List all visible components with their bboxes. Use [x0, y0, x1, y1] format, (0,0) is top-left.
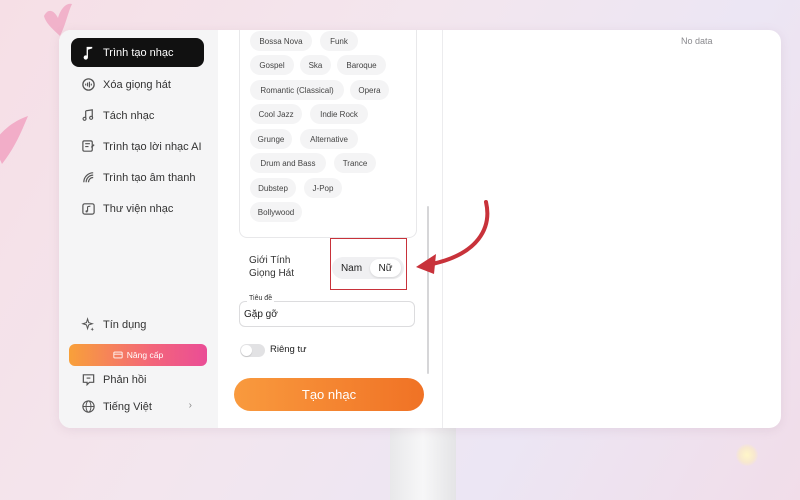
genre-chip[interactable]: Baroque [337, 55, 386, 75]
genre-chip[interactable]: J-Pop [304, 178, 342, 198]
title-input[interactable] [244, 306, 404, 322]
sidebar-item-label: Thư viện nhạc [103, 202, 174, 215]
credits-link[interactable]: Tín dụng [71, 310, 204, 339]
sidebar-item-label: Trình tạo âm thanh [103, 171, 196, 184]
private-toggle[interactable] [240, 344, 265, 357]
music-library-icon [80, 201, 96, 217]
genre-chip[interactable]: Cool Jazz [250, 104, 302, 124]
annotation-highlight-box [330, 238, 407, 290]
feedback-link[interactable]: Phản hồi [71, 365, 204, 394]
genre-chip[interactable]: Gospel [250, 55, 294, 75]
sidebar-item-label: Trình tạo nhạc [103, 46, 174, 59]
genre-chip[interactable]: Alternative [300, 129, 358, 149]
sidebar-item-sound-generator[interactable]: Trình tạo âm thanh [71, 163, 204, 192]
creation-panel: Bossa Nova Funk Gospel Ska Baroque Roman… [218, 30, 442, 428]
voice-gender-label-line2: Giọng Hát [249, 268, 295, 279]
sparkle-icon [80, 317, 96, 333]
genre-chip[interactable]: Opera [350, 80, 389, 100]
empty-state-text: No data [681, 36, 713, 46]
background-glow-decoration [736, 444, 758, 466]
upgrade-label: Nâng cấp [126, 350, 164, 360]
feedback-icon [80, 372, 96, 388]
create-music-button[interactable]: Tạo nhạc [234, 378, 424, 411]
sidebar-item-label: Xóa giọng hát [103, 78, 171, 91]
annotation-arrow-icon [416, 200, 490, 274]
card-icon [113, 351, 123, 359]
sidebar-item-ai-lyrics[interactable]: Trình tạo lời nhạc AI [71, 132, 204, 161]
sidebar-item-music-generator[interactable]: Trình tạo nhạc [71, 38, 204, 67]
genre-chip[interactable]: Bollywood [250, 202, 302, 222]
genre-chip[interactable]: Bossa Nova [250, 31, 312, 51]
genre-chip[interactable]: Grunge [250, 129, 292, 149]
genre-chip[interactable]: Drum and Bass [250, 153, 326, 173]
voice-gender-label: Giới Tính Giọng Hát [249, 254, 294, 280]
language-selector[interactable]: Tiếng Việt › [71, 392, 204, 421]
sidebar-item-music-library[interactable]: Thư viện nhạc [71, 194, 204, 223]
voice-gender-label-line1: Giới Tính [249, 255, 291, 266]
private-label: Riêng tư [270, 344, 307, 355]
genre-chip[interactable]: Funk [320, 31, 358, 51]
genre-chip[interactable]: Romantic (Classical) [250, 80, 344, 100]
title-field-label: Tiêu đề [247, 295, 275, 302]
genre-chip[interactable]: Dubstep [250, 178, 296, 198]
sidebar-item-label: Trình tạo lời nhạc AI [103, 140, 202, 153]
genre-chip[interactable]: Trance [334, 153, 376, 173]
chevron-right-icon: › [188, 400, 192, 411]
genre-list: Bossa Nova Funk Gospel Ska Baroque Roman… [239, 30, 417, 238]
genre-chip[interactable]: Indie Rock [310, 104, 368, 124]
globe-icon [80, 399, 96, 415]
credits-label: Tín dụng [103, 318, 147, 331]
lyrics-generator-icon [80, 139, 96, 155]
sound-generator-icon [80, 170, 96, 186]
language-label: Tiếng Việt [103, 400, 152, 413]
background-stand-decoration [390, 428, 456, 500]
private-toggle-knob [241, 345, 252, 356]
genre-chip[interactable]: Ska [300, 55, 331, 75]
sidebar: Trình tạo nhạc Xóa giọng hát Tách nhạc T… [59, 30, 218, 428]
vocal-remover-icon [80, 77, 96, 93]
sidebar-item-vocal-remover[interactable]: Xóa giọng hát [71, 70, 204, 99]
feedback-label: Phản hồi [103, 373, 147, 386]
sidebar-item-label: Tách nhạc [103, 109, 155, 122]
sidebar-item-music-splitter[interactable]: Tách nhạc [71, 101, 204, 130]
music-note-icon [80, 45, 96, 61]
music-split-icon [80, 108, 96, 124]
upgrade-button[interactable]: Nâng cấp [69, 344, 207, 366]
background-petal-decoration [0, 116, 28, 164]
